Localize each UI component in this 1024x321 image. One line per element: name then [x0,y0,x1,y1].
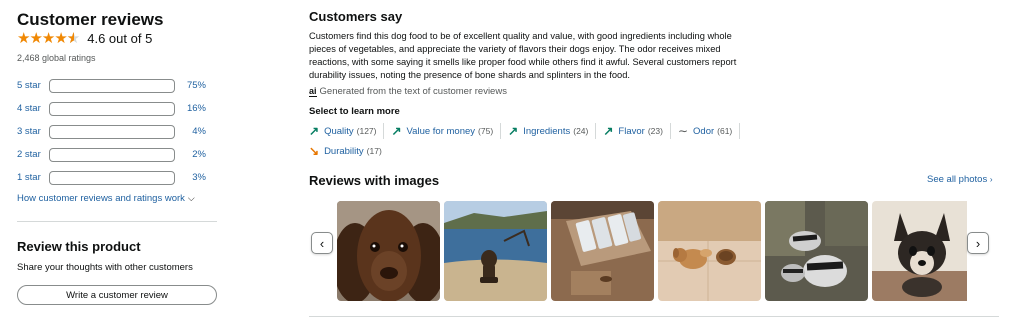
histogram-row[interactable]: 1 star 3% [17,166,219,189]
trend-down-icon: ↘ [309,144,320,158]
histogram-row[interactable]: 4 star 16% [17,97,219,120]
aspect-chip-value-for-money[interactable]: ↗ Value for money (75) [391,123,502,139]
histogram-bar[interactable] [49,147,175,162]
reviews-with-images-title: Reviews with images [309,173,440,188]
histogram-label[interactable]: 3 star [17,126,49,137]
chihuahua-image [872,201,967,301]
generated-note: ai Generated from the text of customer r… [309,86,507,97]
histogram-row[interactable]: 5 star 75% [17,74,219,97]
histogram-row[interactable]: 3 star 4% [17,120,219,143]
carousel-next-button[interactable]: › [967,232,989,254]
brown-spaniel-photo[interactable] [337,201,440,301]
food-packets-box-photo[interactable] [551,201,654,301]
review-product-title: Review this product [17,239,141,254]
aspect-chip-label: Odor [693,125,715,137]
aspect-chip-label: Durability [324,145,364,157]
histogram-percent[interactable]: 16% [178,103,206,114]
aspect-chip-ingredients[interactable]: ↗ Ingredients (24) [508,123,597,139]
ai-review-summary: Customers find this dog food to be of ex… [309,31,737,81]
trend-up-icon: ↗ [391,124,402,138]
aspect-chip-durability[interactable]: ↘ Durability (17) [309,143,389,159]
rating-text: 4.6 out of 5 [87,30,153,46]
aspect-chip-count: (61) [717,126,733,136]
chevron-down-icon: ⌵ [187,193,195,203]
aspect-chip-count: (17) [366,146,382,156]
ratings-histogram: 5 star 75% 4 star 16% 3 star 4% 2 star 2… [17,74,219,189]
aspect-chip-count: (24) [573,126,589,136]
aspect-chip-count: (75) [478,126,494,136]
histogram-percent[interactable]: 4% [178,126,206,137]
reviews-title: Customer reviews [17,10,164,29]
aspect-chip-label: Value for money [406,125,476,137]
divider [17,221,217,222]
food-packets-box-image [551,201,654,301]
how-reviews-work-link[interactable]: How customer reviews and ratings work ⌵ [17,193,195,204]
histogram-bar[interactable] [49,101,175,116]
how-reviews-work-label: How customer reviews and ratings work [17,193,185,204]
aspect-chip-count: (23) [647,126,663,136]
ai-icon: ai [309,85,317,97]
puppy-eating-photo[interactable] [658,201,761,301]
histogram-label[interactable]: 5 star [17,80,49,91]
histogram-percent[interactable]: 75% [178,80,206,91]
aspect-chip-label: Ingredients [523,125,571,137]
histogram-percent[interactable]: 2% [178,149,206,160]
review-product-subtitle: Share your thoughts with other customers [17,262,193,273]
star-rating-icon: ★★★★★ [17,29,80,47]
trend-up-icon: ↗ [309,124,320,138]
divider [309,316,999,317]
histogram-label[interactable]: 1 star [17,172,49,183]
see-all-photos-label: See all photos [927,174,988,185]
chevron-right-icon: › [989,175,993,184]
select-to-learn-label: Select to learn more [309,106,400,117]
histogram-bar[interactable] [49,78,175,93]
histogram-label[interactable]: 4 star [17,103,49,114]
aspect-chip-label: Flavor [618,125,645,137]
dog-on-beach-photo[interactable] [444,201,547,301]
rating-summary[interactable]: ★★★★★ 4.6 out of 5 [17,29,152,47]
see-all-photos-link[interactable]: See all photos › [927,174,993,185]
chevron-left-icon: ‹ [319,235,325,251]
carousel-prev-button[interactable]: ‹ [311,232,333,254]
aspect-chip-quality[interactable]: ↗ Quality (127) [309,123,385,139]
write-review-button[interactable]: Write a customer review [17,285,217,305]
chihuahua-photo[interactable] [872,201,967,301]
trend-up-icon: ↗ [508,124,519,138]
brown-spaniel-image [337,201,440,301]
aspect-chip-flavor[interactable]: ↗ Flavor (23) [603,123,671,139]
dog-on-beach-image [444,201,547,301]
review-photos-carousel [337,201,967,301]
histogram-bar[interactable] [49,124,175,139]
aspect-chip-label: Quality [324,125,354,137]
badgers-image [765,201,868,301]
aspect-chips: ↗ Quality (127) ↗ Value for money (75) ↗… [309,123,759,163]
histogram-bar[interactable] [49,170,175,185]
aspect-chip-odor[interactable]: ∼ Odor (61) [677,123,741,139]
generated-note-text: Generated from the text of customer revi… [319,86,507,97]
chevron-right-icon: › [975,235,981,251]
wave-icon: ∼ [677,124,689,138]
trend-up-icon: ↗ [603,124,614,138]
histogram-row[interactable]: 2 star 2% [17,143,219,166]
global-ratings-count: 2,468 global ratings [17,53,96,63]
histogram-percent[interactable]: 3% [178,172,206,183]
aspect-chip-count: (127) [356,126,377,136]
badgers-photo[interactable] [765,201,868,301]
histogram-label[interactable]: 2 star [17,149,49,160]
customers-say-title: Customers say [309,9,403,24]
puppy-eating-image [658,201,761,301]
